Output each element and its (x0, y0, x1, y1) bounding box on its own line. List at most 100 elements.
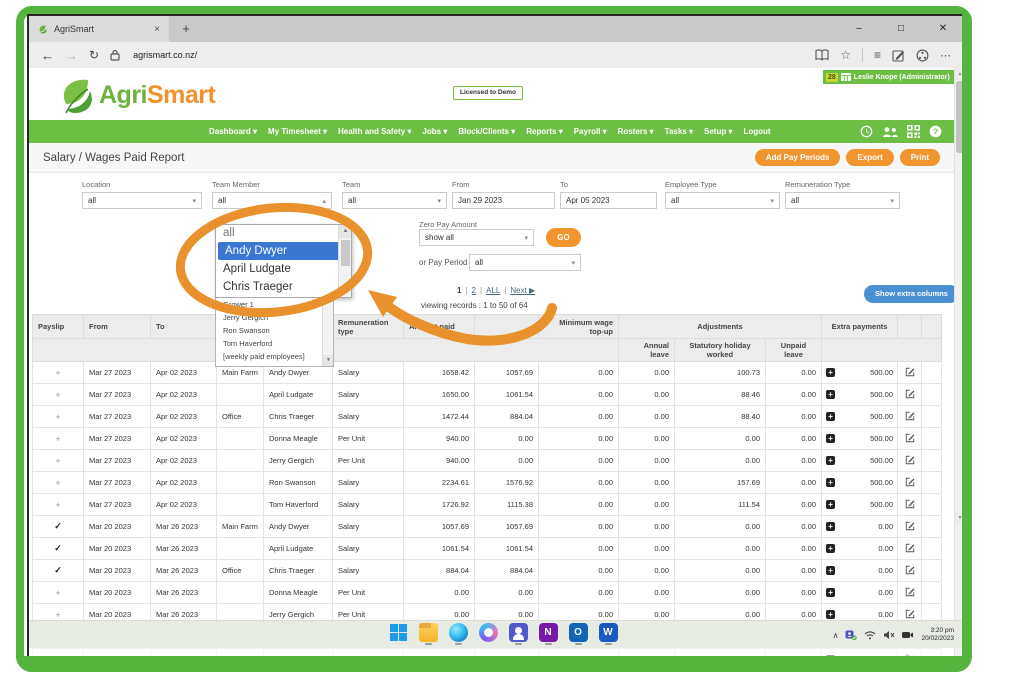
add-extra-payment-icon[interactable]: + (826, 500, 835, 509)
maximize-button[interactable]: □ (880, 16, 922, 42)
add-extra-payment-icon[interactable]: + (826, 522, 835, 531)
nav-item-dashboard[interactable]: Dashboard ▾ (209, 127, 257, 136)
dropdown-scrollbar[interactable]: ▼ (322, 298, 333, 366)
help-icon[interactable]: ? (929, 125, 942, 138)
zero-pay-select[interactable]: show all ▾ (419, 229, 534, 246)
add-extra-payment-icon[interactable]: + (826, 478, 835, 487)
payslip-expand[interactable]: ✓ (33, 516, 84, 538)
wifi-icon[interactable] (864, 630, 876, 640)
go-button[interactable]: GO (546, 228, 581, 247)
taskbar-copilot-icon[interactable] (477, 623, 499, 645)
nav-item-reports[interactable]: Reports ▾ (526, 127, 562, 136)
dropdown-option-weekly-paid-employees[interactable]: [weekly paid employees] (216, 350, 333, 363)
address-bar[interactable]: agrismart.co.nz/ (133, 50, 197, 60)
payslip-expand[interactable]: + (33, 406, 84, 428)
volume-muted-icon[interactable] (883, 630, 895, 640)
qr-code-icon[interactable] (907, 125, 920, 138)
employee-type-select[interactable]: all▾ (665, 192, 780, 209)
edit-row-button[interactable] (898, 384, 922, 406)
payslip-expand[interactable]: ✓ (33, 538, 84, 560)
edit-row-button[interactable] (898, 472, 922, 494)
dropdown-option-april-ludgate[interactable]: April Ludgate (216, 260, 351, 278)
payslip-expand[interactable]: + (33, 428, 84, 450)
edit-row-button[interactable] (898, 560, 922, 582)
pagination-2[interactable]: 2 (472, 286, 476, 295)
camera-icon[interactable] (902, 631, 914, 639)
show-extra-columns-button[interactable]: Show extra columns (864, 285, 959, 303)
dropdown-option-chris-traeger[interactable]: Chris Traeger (216, 278, 351, 296)
pagination-1[interactable]: 1 (457, 286, 461, 295)
team-icon[interactable] (882, 126, 898, 138)
payslip-expand[interactable]: + (33, 384, 84, 406)
export-button[interactable]: Export (846, 149, 893, 166)
edit-row-button[interactable] (898, 362, 922, 384)
taskbar-teams-icon[interactable] (507, 623, 529, 645)
nav-item-payroll[interactable]: Payroll ▾ (574, 127, 607, 136)
payslip-expand[interactable]: + (33, 472, 84, 494)
add-extra-payment-icon[interactable]: + (826, 434, 835, 443)
edit-row-button[interactable] (898, 538, 922, 560)
nav-item-my-timesheet[interactable]: My Timesheet ▾ (268, 127, 327, 136)
taskbar-onenote-icon[interactable]: N (537, 623, 559, 645)
team-select[interactable]: all▾ (342, 192, 447, 209)
scroll-up-icon[interactable]: ▲ (339, 225, 352, 238)
teams-tray-icon[interactable] (845, 629, 857, 641)
payslip-expand[interactable]: + (33, 582, 84, 604)
edit-row-button[interactable] (898, 494, 922, 516)
add-extra-payment-icon[interactable]: + (826, 456, 835, 465)
nav-item-setup[interactable]: Setup ▾ (704, 127, 732, 136)
team-member-select[interactable]: all▴ (212, 192, 332, 209)
new-tab-button[interactable]: + (169, 16, 203, 42)
taskbar-start-icon[interactable] (387, 623, 409, 645)
print-button[interactable]: Print (900, 149, 940, 166)
add-extra-payment-icon[interactable]: + (826, 544, 835, 553)
scrollbar-thumb[interactable] (341, 240, 350, 266)
pagination-all[interactable]: ALL (486, 286, 500, 295)
payslip-expand[interactable]: + (33, 450, 84, 472)
add-extra-payment-icon[interactable]: + (826, 588, 835, 597)
payslip-expand[interactable]: ✓ (33, 560, 84, 582)
pagination-next[interactable]: Next ▶ (510, 286, 535, 295)
edit-row-button[interactable] (898, 450, 922, 472)
scroll-down-icon[interactable]: ▼ (323, 355, 334, 366)
payslip-expand[interactable]: + (33, 362, 84, 384)
edit-row-button[interactable] (898, 582, 922, 604)
remuneration-type-select[interactable]: all▾ (785, 192, 900, 209)
add-extra-payment-icon[interactable]: + (826, 368, 835, 377)
close-button[interactable]: ✕ (922, 16, 964, 42)
user-badge[interactable]: 28 Leslie Knope (Administrator) (823, 70, 954, 84)
dropdown-option-grower-1[interactable]: Grower 1 (216, 298, 333, 311)
forward-icon[interactable]: → (65, 48, 78, 63)
edit-row-button[interactable] (898, 516, 922, 538)
clock-date[interactable]: 3:20 pm 20/02/2023 (921, 627, 954, 643)
nav-item-logout[interactable]: Logout (743, 127, 770, 136)
edit-row-button[interactable] (898, 406, 922, 428)
edit-row-button[interactable] (898, 428, 922, 450)
dropdown-option-ron-swanson[interactable]: Ron Swanson (216, 324, 333, 337)
taskbar-outlook-icon[interactable]: O (567, 623, 589, 645)
tray-chevron-icon[interactable]: ∧ (833, 631, 839, 640)
taskbar-explorer-icon[interactable] (417, 623, 439, 645)
add-extra-payment-icon[interactable]: + (826, 412, 835, 421)
location-select[interactable]: all▾ (82, 192, 202, 209)
add-extra-payment-icon[interactable]: + (826, 610, 835, 619)
from-input[interactable]: Jan 29 2023 (452, 192, 555, 209)
nav-item-tasks[interactable]: Tasks ▾ (665, 127, 693, 136)
browser-tab-agrismart[interactable]: AgriSmart × (29, 16, 169, 42)
minimize-button[interactable]: – (838, 16, 880, 42)
reading-view-icon[interactable] (815, 49, 829, 61)
nav-item-rosters[interactable]: Rosters ▾ (618, 127, 654, 136)
dropdown-scrollbar[interactable]: ▲ (338, 225, 351, 297)
hub-icon[interactable]: ≡ (874, 48, 881, 62)
tab-close-icon[interactable]: × (154, 24, 160, 35)
share-icon[interactable] (916, 49, 929, 62)
nav-item-block-clients[interactable]: Block/Clients ▾ (458, 127, 515, 136)
clock-icon[interactable] (860, 125, 873, 138)
dropdown-option-jerry-gergich[interactable]: Jerry Gergich (216, 311, 333, 324)
dropdown-option-all[interactable]: all (216, 225, 351, 242)
taskbar-word-icon[interactable]: W (597, 623, 619, 645)
to-input[interactable]: Apr 05 2023 (560, 192, 657, 209)
add-extra-payment-icon[interactable]: + (826, 566, 835, 575)
pay-period-select[interactable]: all ▾ (469, 254, 581, 271)
nav-item-jobs[interactable]: Jobs ▾ (422, 127, 447, 136)
